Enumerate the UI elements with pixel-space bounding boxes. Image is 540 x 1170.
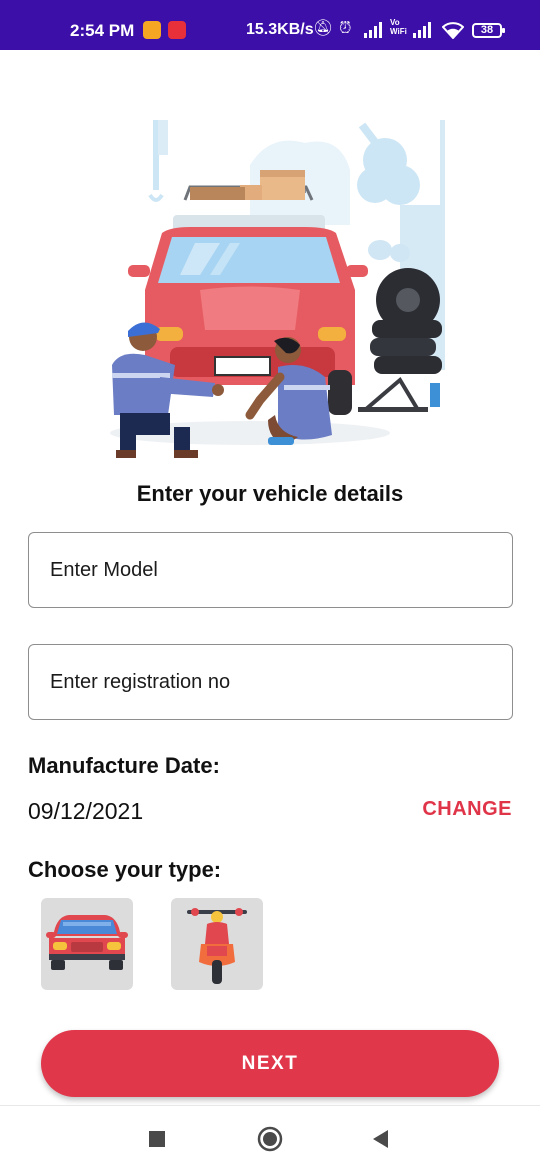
mute-icon: 🔕︎ bbox=[313, 20, 334, 37]
model-field[interactable] bbox=[28, 532, 513, 608]
signal-icon bbox=[413, 22, 431, 38]
change-date-button[interactable]: CHANGE bbox=[422, 798, 512, 821]
manufacture-date-label: Manufacture Date: bbox=[28, 753, 220, 778]
vehicle-type-car[interactable] bbox=[41, 898, 133, 990]
vowifi-icon: Vo WiFi bbox=[390, 18, 407, 36]
status-time: 2:54 PM bbox=[70, 21, 135, 40]
back-icon[interactable] bbox=[368, 1126, 394, 1152]
alarm-icon: ⏰︎ bbox=[339, 20, 352, 37]
vehicle-type-scooter[interactable] bbox=[171, 898, 263, 990]
network-speed: 15.3KB/s bbox=[246, 21, 314, 38]
mechanics-repairing-car-illustration bbox=[110, 120, 445, 458]
status-bar: 2:54 PM 15.3KB/s 🔕︎ ⏰︎ Vo WiFi 38 bbox=[0, 0, 540, 50]
registration-input[interactable] bbox=[29, 645, 512, 719]
choose-type-label: Choose your type: bbox=[28, 857, 222, 882]
wps-app-icon bbox=[168, 21, 186, 39]
model-input[interactable] bbox=[29, 533, 512, 607]
scooter-icon bbox=[187, 908, 247, 984]
notes-app-icon bbox=[143, 21, 161, 39]
registration-field[interactable] bbox=[28, 644, 513, 720]
home-icon[interactable] bbox=[257, 1126, 283, 1152]
car-icon bbox=[46, 915, 128, 970]
form-title: Enter your vehicle details bbox=[136, 481, 404, 506]
recents-icon[interactable] bbox=[144, 1126, 170, 1152]
wifi-icon bbox=[442, 22, 464, 39]
battery-icon: 38 bbox=[472, 23, 505, 38]
manufacture-date-value: 09/12/2021 bbox=[28, 798, 144, 824]
signal-icon bbox=[364, 22, 382, 38]
next-button[interactable]: NEXT bbox=[41, 1030, 499, 1097]
navigation-bar bbox=[0, 1105, 540, 1170]
